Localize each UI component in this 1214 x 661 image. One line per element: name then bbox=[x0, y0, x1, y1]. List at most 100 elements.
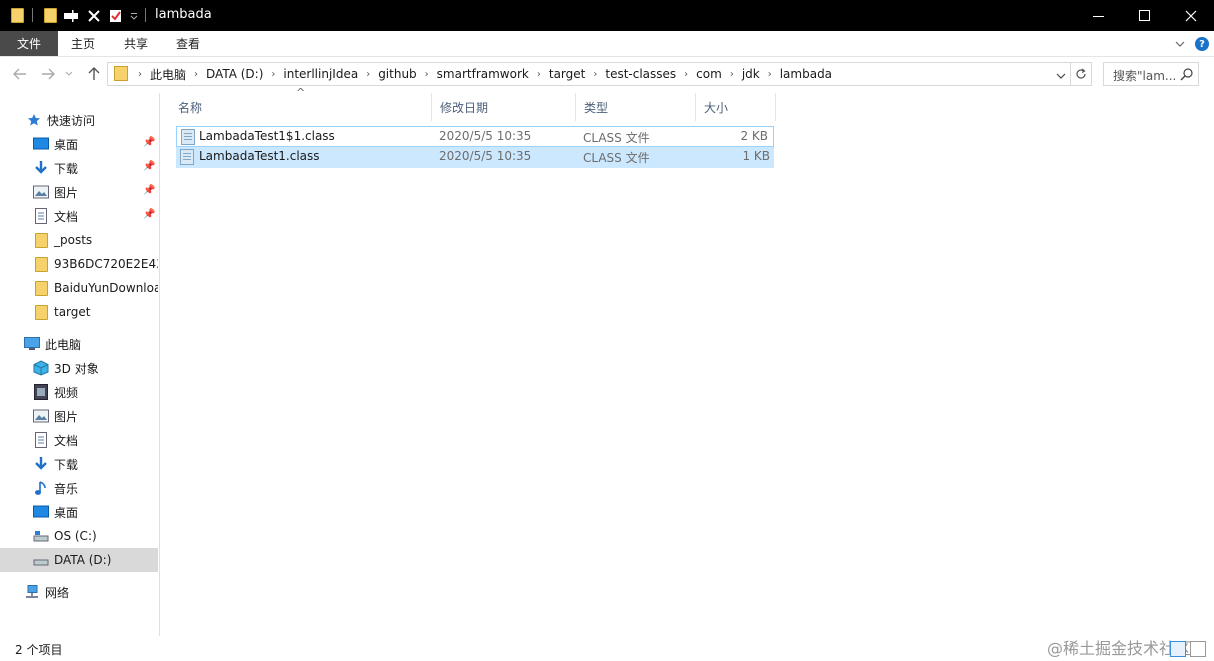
chevron-right-icon[interactable]: › bbox=[537, 69, 541, 80]
nav-item-pictures[interactable]: 图片 📌 bbox=[0, 180, 158, 204]
properties-icon[interactable] bbox=[107, 0, 125, 31]
details-view-button[interactable] bbox=[1170, 641, 1186, 657]
refresh-icon bbox=[1076, 68, 1086, 79]
breadcrumb-item[interactable]: 此电脑 bbox=[150, 66, 186, 83]
new-folder-icon[interactable] bbox=[41, 0, 59, 31]
pin-icon[interactable]: 📌 bbox=[143, 137, 155, 148]
chevron-right-icon[interactable]: › bbox=[366, 69, 370, 80]
pin-icon[interactable]: 📌 bbox=[143, 209, 155, 220]
nav-item-folder-93b6[interactable]: 93B6DC720E2E43 bbox=[0, 252, 158, 276]
breadcrumb-item[interactable]: DATA (D:) bbox=[206, 67, 263, 81]
chevron-right-icon[interactable]: › bbox=[768, 69, 772, 80]
address-bar[interactable]: › 此电脑 › DATA (D:) › interllinjIdea › git… bbox=[107, 62, 1071, 86]
maximize-button[interactable] bbox=[1122, 0, 1168, 31]
status-bar: 2 个项目 bbox=[0, 636, 1214, 661]
tab-home[interactable]: 主页 bbox=[71, 31, 95, 56]
nav-item-documents-pc[interactable]: 文档 bbox=[0, 428, 158, 452]
nav-item-3d-objects[interactable]: 3D 对象 bbox=[0, 356, 158, 380]
chevron-right-icon[interactable]: › bbox=[271, 69, 275, 80]
table-row[interactable]: LambadaTest1$1.class 2020/5/5 10:35 CLAS… bbox=[176, 126, 774, 147]
documents-icon bbox=[33, 432, 49, 448]
file-name: LambadaTest1$1.class bbox=[199, 129, 335, 143]
nav-item-posts[interactable]: _posts bbox=[0, 228, 158, 252]
nav-item-downloads[interactable]: 下载 📌 bbox=[0, 156, 158, 180]
file-icon bbox=[181, 129, 195, 145]
nav-item-pictures-pc[interactable]: 图片 bbox=[0, 404, 158, 428]
nav-item-quick-access[interactable]: 快速访问 bbox=[0, 108, 158, 132]
rename-icon[interactable] bbox=[62, 0, 82, 31]
drive-icon bbox=[33, 528, 49, 544]
pin-icon[interactable]: 📌 bbox=[143, 161, 155, 172]
download-icon bbox=[33, 456, 49, 472]
up-button[interactable] bbox=[85, 65, 103, 83]
help-icon[interactable]: ? bbox=[1195, 37, 1209, 51]
breadcrumb-item[interactable]: jdk bbox=[742, 67, 760, 81]
file-icon bbox=[180, 149, 194, 165]
column-header-type[interactable]: 类型 bbox=[576, 93, 696, 121]
search-icon bbox=[1180, 68, 1193, 81]
folder-icon bbox=[8, 0, 26, 31]
pictures-icon bbox=[33, 184, 49, 200]
tab-share[interactable]: 共享 bbox=[124, 31, 148, 56]
file-type: CLASS 文件 bbox=[583, 151, 650, 165]
back-button[interactable] bbox=[11, 65, 29, 83]
column-header-date[interactable]: 修改日期 bbox=[432, 93, 576, 121]
nav-item-baiduyundownload[interactable]: BaiduYunDownloa bbox=[0, 276, 158, 300]
file-date: 2020/5/5 10:35 bbox=[439, 149, 532, 163]
delete-icon[interactable] bbox=[85, 0, 103, 31]
nav-item-documents[interactable]: 文档 📌 bbox=[0, 204, 158, 228]
column-header-name[interactable]: 名称 bbox=[170, 93, 432, 121]
chevron-right-icon[interactable]: › bbox=[194, 69, 198, 80]
chevron-right-icon[interactable]: › bbox=[684, 69, 688, 80]
forward-button[interactable] bbox=[39, 65, 57, 83]
tab-view[interactable]: 查看 bbox=[176, 31, 200, 56]
chevron-right-icon[interactable]: › bbox=[138, 69, 142, 80]
chevron-right-icon[interactable]: › bbox=[593, 69, 597, 80]
nav-item-data-d[interactable]: DATA (D:) bbox=[0, 548, 158, 572]
nav-item-videos[interactable]: 视频 bbox=[0, 380, 158, 404]
window-title: lambada bbox=[155, 7, 212, 22]
tab-file[interactable]: 文件 bbox=[0, 31, 58, 56]
search-placeholder: 搜索"lam... bbox=[1113, 69, 1177, 83]
customize-chevron-icon[interactable] bbox=[127, 0, 141, 31]
nav-item-this-pc[interactable]: 此电脑 bbox=[0, 332, 158, 356]
breadcrumb: › 此电脑 › DATA (D:) › interllinjIdea › git… bbox=[138, 63, 832, 85]
table-row[interactable]: LambadaTest1.class 2020/5/5 10:35 CLASS … bbox=[176, 147, 774, 168]
pin-icon[interactable]: 📌 bbox=[143, 185, 155, 196]
search-input[interactable]: 搜索"lam... bbox=[1103, 62, 1199, 86]
nav-item-target[interactable]: target bbox=[0, 300, 158, 324]
chevron-right-icon[interactable]: › bbox=[425, 69, 429, 80]
chevron-right-icon[interactable]: › bbox=[730, 69, 734, 80]
address-dropdown-chevron-icon[interactable] bbox=[1056, 69, 1066, 83]
breadcrumb-item[interactable]: com bbox=[696, 67, 722, 81]
nav-item-downloads-pc[interactable]: 下载 bbox=[0, 452, 158, 476]
toolbar-separator bbox=[32, 8, 33, 22]
ribbon-expand-chevron-icon[interactable] bbox=[1175, 31, 1185, 56]
large-icons-view-button[interactable] bbox=[1190, 641, 1206, 657]
refresh-button[interactable] bbox=[1071, 62, 1092, 86]
breadcrumb-item[interactable]: interllinjIdea bbox=[283, 67, 358, 81]
download-icon bbox=[33, 160, 49, 176]
network-icon bbox=[24, 584, 40, 600]
nav-item-desktop-pc[interactable]: 桌面 bbox=[0, 500, 158, 524]
nav-item-music[interactable]: 音乐 bbox=[0, 476, 158, 500]
nav-item-os-c[interactable]: OS (C:) bbox=[0, 524, 158, 548]
column-headers: 名称 修改日期 类型 大小 bbox=[170, 93, 780, 121]
breadcrumb-item[interactable]: smartframwork bbox=[437, 67, 529, 81]
breadcrumb-item[interactable]: lambada bbox=[780, 67, 832, 81]
navigation-pane: 快速访问 桌面 📌 下载 📌 图片 📌 文档 📌 _posts 93B6DC72… bbox=[0, 93, 160, 636]
folder-icon bbox=[33, 304, 49, 320]
minimize-button[interactable] bbox=[1076, 0, 1122, 31]
breadcrumb-item[interactable]: test-classes bbox=[605, 67, 676, 81]
close-button[interactable] bbox=[1168, 0, 1214, 31]
music-icon bbox=[33, 480, 49, 496]
ribbon: 文件 主页 共享 查看 ? bbox=[0, 31, 1214, 57]
nav-item-network[interactable]: 网络 bbox=[0, 580, 158, 604]
nav-item-desktop[interactable]: 桌面 📌 bbox=[0, 132, 158, 156]
recent-locations-chevron-icon[interactable] bbox=[63, 65, 75, 83]
column-header-size[interactable]: 大小 bbox=[696, 93, 776, 121]
breadcrumb-item[interactable]: github bbox=[378, 67, 416, 81]
toolbar-separator bbox=[145, 8, 146, 22]
breadcrumb-item[interactable]: target bbox=[549, 67, 586, 81]
file-size: 2 KB bbox=[740, 129, 768, 143]
